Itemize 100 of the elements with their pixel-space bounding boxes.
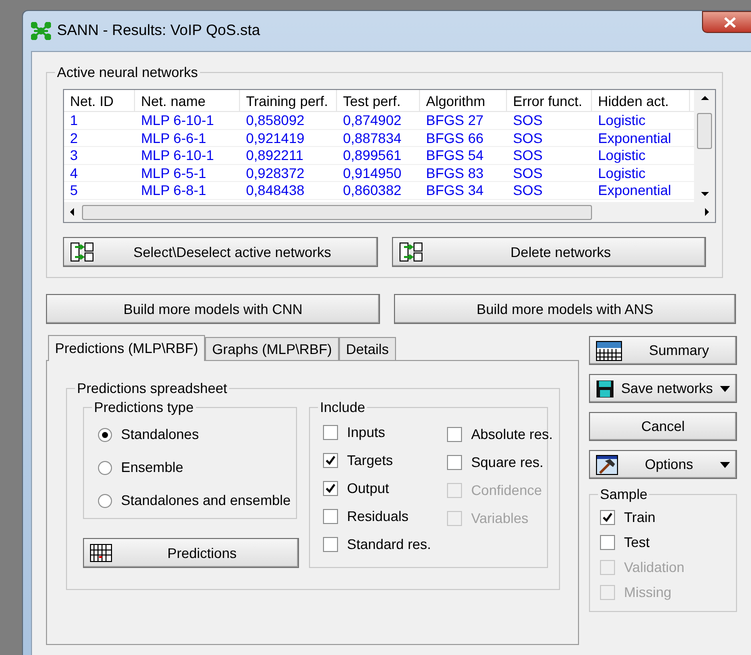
table-cell-text: SOS: [512, 112, 544, 128]
side-button[interactable]: Options: [589, 450, 737, 479]
scroll-thumb[interactable]: [697, 113, 712, 149]
checkbox[interactable]: [323, 425, 338, 440]
checkbox-label: Test: [624, 534, 650, 551]
table-cell-text: BFGS 54: [425, 147, 485, 164]
scroll-right-icon[interactable]: [705, 208, 709, 216]
table-cell-text: 0,848438: [245, 182, 306, 198]
table-cell-text: 0,914950: [342, 164, 402, 181]
hammer-icon: [596, 454, 618, 474]
table-cell-text: SOS: [512, 182, 544, 198]
vertical-scrollbar[interactable]: [694, 90, 715, 202]
table-cell-text: 1: [69, 112, 79, 128]
checkbox[interactable]: [323, 453, 338, 468]
toolbar-button[interactable]: Select\Deselect active networks: [63, 237, 378, 267]
column-header[interactable]: Hidden act.: [592, 90, 690, 111]
table-cell-text: SOS: [512, 147, 544, 164]
radio-button[interactable]: [98, 460, 112, 474]
table-cell-text: BFGS 34: [425, 182, 485, 198]
table-cell-text: 0,899561: [342, 147, 402, 164]
table-cell-text: 0,887834: [342, 130, 402, 146]
table-cell-text: MLP 6-10-1: [140, 112, 215, 128]
column-header[interactable]: Net. name: [135, 90, 240, 111]
build-models-button[interactable]: Build more models with ANS: [394, 294, 736, 324]
scroll-thumb[interactable]: [82, 204, 592, 220]
table-cell-text: 2: [69, 130, 79, 146]
checkbox-label: Validation: [624, 559, 684, 576]
checkbox[interactable]: [447, 455, 462, 470]
column-header[interactable]: Algorithm: [420, 90, 507, 111]
side-button[interactable]: Cancel: [589, 412, 737, 441]
checkbox-label: Inputs: [347, 424, 386, 441]
checkbox[interactable]: [323, 537, 338, 552]
table-cell-text: 0,860382: [342, 182, 402, 198]
predictions-button[interactable]: Predictions: [83, 538, 299, 568]
table-cell-text: 4: [69, 164, 79, 181]
radio-button[interactable]: [98, 494, 112, 508]
caret-icon: [720, 386, 730, 392]
radio-label: Standalones: [121, 425, 199, 444]
checkbox-label: Residuals: [347, 508, 408, 525]
column-header[interactable]: Error funct.: [507, 90, 592, 111]
checkbox-label: Standard res.: [347, 536, 432, 553]
table-cell-text: MLP 6-5-1: [140, 164, 208, 181]
table-cell-text: 0,874902: [342, 112, 402, 128]
table-cell-text: BFGS 27: [425, 112, 485, 128]
column-header[interactable]: Test perf.: [337, 90, 420, 111]
close-button[interactable]: [702, 11, 751, 33]
checkbox-label: Output: [347, 480, 390, 497]
build-models-button[interactable]: Build more models with CNN: [46, 294, 380, 324]
checkbox[interactable]: [323, 481, 338, 496]
table-cell-text: 0,858092: [245, 112, 306, 128]
table-cell-text: MLP 6-6-1: [140, 130, 208, 146]
scroll-up-icon[interactable]: [700, 96, 708, 100]
spreadsheet-icon: [90, 544, 112, 562]
tab[interactable]: Graphs (MLP\RBF): [205, 337, 339, 360]
table-cell-text: 3: [69, 147, 79, 164]
scroll-left-icon[interactable]: [70, 208, 74, 216]
table-cell-text: Logistic: [597, 164, 646, 181]
radio-label: Standalones and ensemble: [121, 491, 291, 510]
scroll-down-icon[interactable]: [700, 192, 708, 196]
checkbox-label: Missing: [624, 584, 672, 601]
table-cell-text: BFGS 66: [425, 130, 485, 146]
network-icon: [398, 242, 422, 262]
table-cell-text: 5: [69, 182, 79, 198]
column-header[interactable]: Training perf.: [240, 90, 337, 111]
checkbox-label: Confidence: [471, 482, 542, 499]
checkbox[interactable]: [600, 510, 615, 525]
table-cell-text: BFGS 83: [425, 164, 485, 181]
tab[interactable]: Details: [338, 337, 396, 360]
checkbox-label: Absolute res.: [471, 426, 553, 443]
toolbar-button[interactable]: Delete networks: [392, 237, 706, 267]
side-button[interactable]: Save networks: [589, 374, 737, 403]
table-cell-text: MLP 6-10-1: [140, 147, 215, 164]
checkbox[interactable]: [447, 427, 462, 442]
network-icon: [70, 242, 94, 262]
checkbox-label: Variables: [471, 510, 528, 527]
network-logo-icon: [31, 22, 51, 40]
table-cell-text: SOS: [512, 164, 544, 181]
table-cell-text: Logistic: [597, 147, 646, 164]
table-cell-text: Exponential: [597, 130, 672, 146]
side-button[interactable]: Summary: [589, 336, 737, 365]
table-cell-text: SOS: [512, 130, 544, 146]
checkbox[interactable]: [323, 509, 338, 524]
table-cell-text: Exponential: [597, 182, 672, 198]
table-cell-text: 0,892211: [245, 147, 304, 164]
spreadsheet-icon: [596, 340, 622, 360]
table-cell-text: MLP 6-8-1: [140, 182, 208, 198]
tab[interactable]: Predictions (MLP\RBF): [48, 335, 206, 361]
column-header[interactable]: Net. ID: [64, 90, 135, 111]
checkbox-label: Train: [624, 509, 656, 526]
horizontal-scrollbar[interactable]: [64, 202, 715, 222]
radio-button[interactable]: [98, 428, 112, 442]
checkbox[interactable]: [600, 535, 615, 550]
table-cell-text: 0,921419: [245, 130, 306, 146]
caret-icon: [720, 462, 730, 468]
close-icon: [724, 16, 736, 28]
table-cell-text: Logistic: [597, 112, 646, 128]
radio-label: Ensemble: [121, 458, 184, 477]
window-title: SANN - Results: VoIP QoS.sta: [57, 20, 260, 41]
checkbox-label: Targets: [347, 452, 393, 469]
table-cell-text: 0,928372: [245, 164, 306, 181]
